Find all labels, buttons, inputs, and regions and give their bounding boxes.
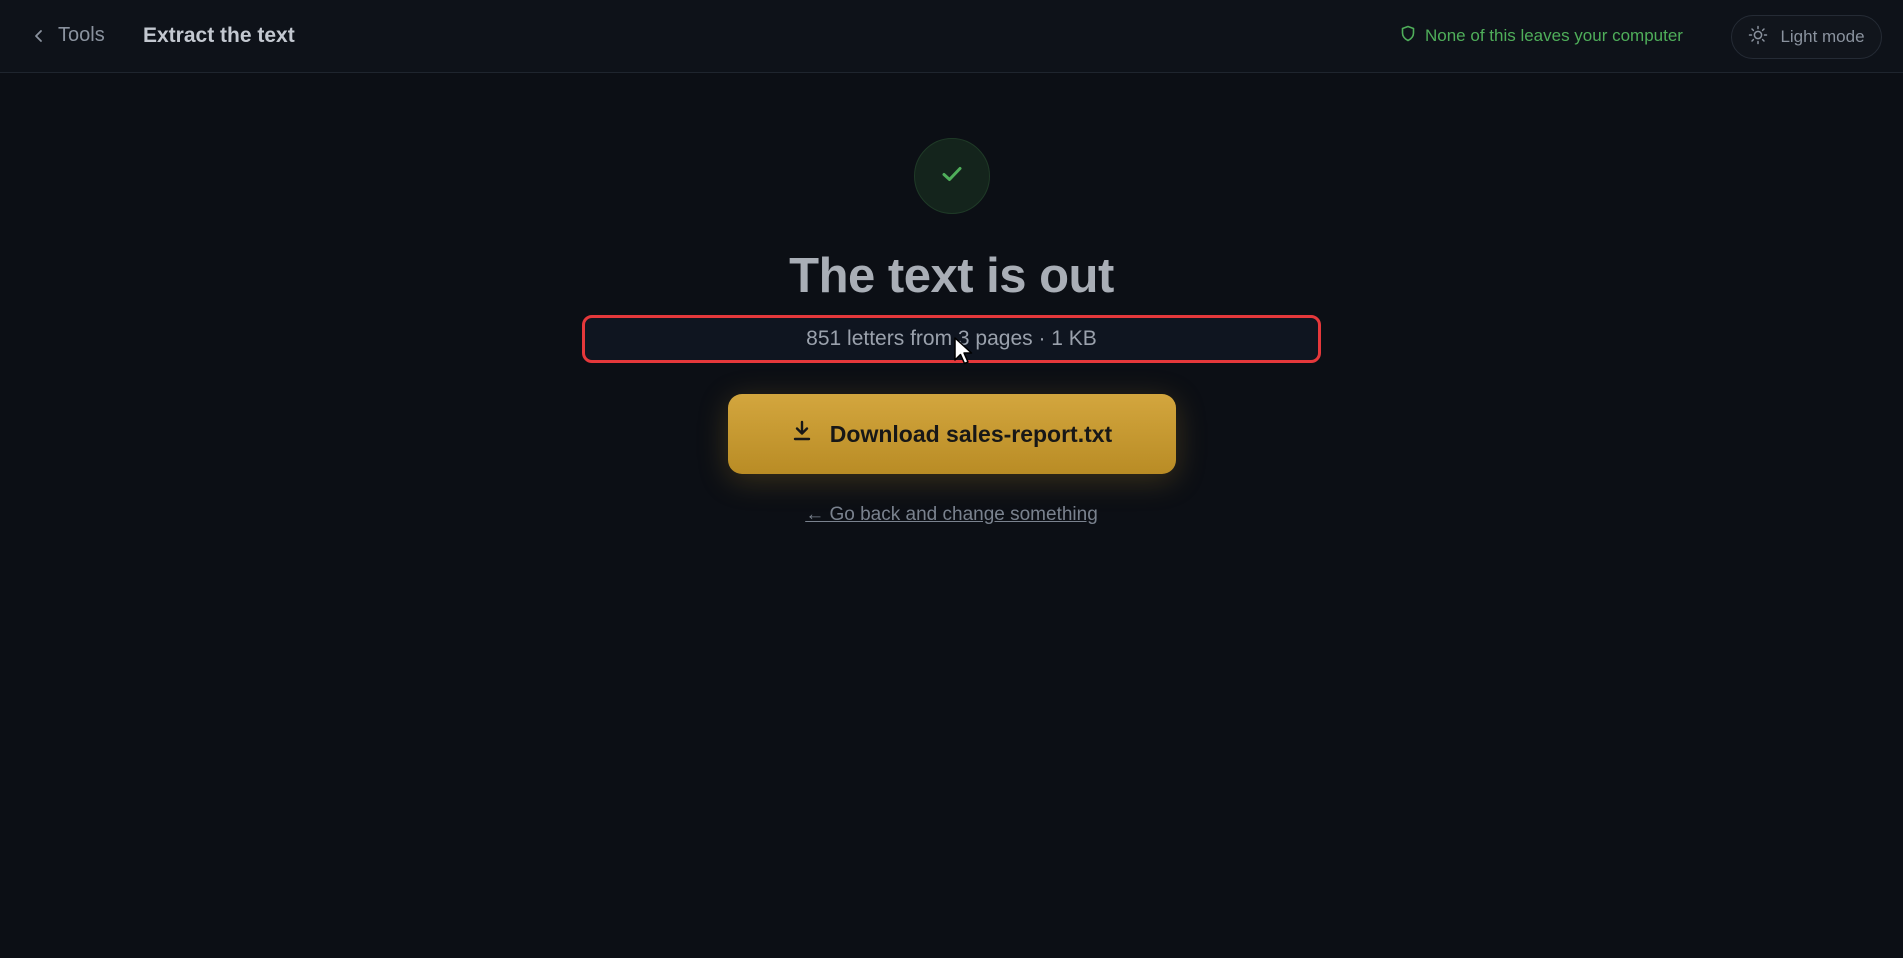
back-link-label: Tools bbox=[58, 24, 105, 46]
privacy-notice: None of this leaves your computer bbox=[1401, 25, 1683, 47]
check-icon bbox=[941, 165, 963, 188]
download-button-label: Download sales-report.txt bbox=[829, 420, 1113, 447]
shield-icon bbox=[1401, 25, 1415, 47]
chevron-left-icon bbox=[34, 29, 44, 43]
light-mode-toggle[interactable]: Light mode bbox=[1731, 15, 1882, 59]
extraction-stats-text: 851 letters from 3 pages · 1 KB bbox=[806, 327, 1097, 350]
download-button[interactable]: Download sales-report.txt bbox=[728, 394, 1176, 474]
go-back-link[interactable]: ← Go back and change something bbox=[805, 504, 1098, 525]
result-headline: The text is out bbox=[789, 249, 1114, 303]
success-badge bbox=[914, 138, 990, 214]
download-icon bbox=[792, 420, 812, 448]
light-mode-label: Light mode bbox=[1780, 27, 1865, 46]
top-bar: Tools Extract the text None of this leav… bbox=[0, 0, 1903, 73]
sun-icon bbox=[1748, 25, 1768, 50]
privacy-notice-text: None of this leaves your computer bbox=[1425, 26, 1683, 45]
page-title: Extract the text bbox=[143, 24, 295, 47]
back-to-tools-link[interactable]: Tools bbox=[34, 24, 105, 47]
go-back-row: ← Go back and change something bbox=[0, 504, 1903, 526]
extraction-stats: 851 letters from 3 pages · 1 KB bbox=[582, 315, 1321, 363]
